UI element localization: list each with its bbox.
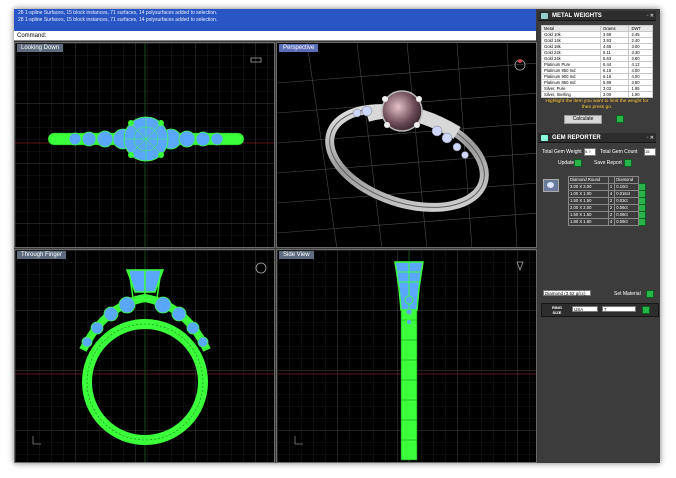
viewport-perspective[interactable]: Perspective	[276, 42, 537, 248]
column-header: Diamond Round	[568, 176, 609, 184]
total-gem-count-label: Total Gem Count	[600, 149, 638, 155]
gem-size: 1.80 X 1.80	[568, 218, 609, 226]
gem-icon	[541, 135, 548, 141]
gem-reporter-header[interactable]: GEM REPORTER ▫ ✕	[538, 133, 656, 143]
dwt-value: 1.90	[628, 91, 653, 98]
gem-size: 1.50 X 1.50	[568, 197, 609, 205]
table-row[interactable]: 1.50 X 1.50 2 0.09ct	[568, 211, 646, 219]
viewport-title-perspective[interactable]: Perspective	[279, 44, 319, 52]
ring-size-go-button[interactable]	[642, 306, 650, 314]
gem-size: 1.00 X 1.00	[568, 190, 609, 198]
table-row[interactable]: 1.00 X 1.00 4 0.016ct	[568, 190, 646, 198]
ring-size-bar: RING SIZE USA 7	[541, 303, 659, 317]
row-select-button[interactable]	[638, 190, 646, 198]
gem-size: 2.00 X 2.00	[568, 204, 609, 212]
row-select-button[interactable]	[638, 211, 646, 219]
viewport-title-right[interactable]: Side View	[279, 251, 314, 259]
update-label: Update	[558, 160, 575, 166]
gem-size: 3.00 X 3.00	[568, 183, 609, 191]
command-history-line: 28 1-spline Surfaces, 15 block instances…	[18, 10, 218, 16]
ring-size-label: RING SIZE	[552, 305, 562, 315]
save-report-label: Save Report	[594, 160, 622, 166]
spacer-cell	[639, 177, 646, 184]
weight-limit-hint: Highlight the item you want to limit the…	[545, 99, 649, 110]
metal-name: Silver, Sterling	[541, 91, 601, 98]
total-gem-count-field: 15	[644, 148, 656, 156]
gem-size: 1.50 X 1.50	[568, 211, 609, 219]
perspective-view-canvas	[277, 43, 536, 247]
go-button[interactable]	[616, 115, 624, 123]
table-row[interactable]: 2.00 X 2.00 2 0.06ct	[568, 204, 646, 212]
column-header: Diamond	[614, 176, 639, 184]
row-select-button[interactable]	[638, 204, 646, 212]
diamond-icon	[547, 182, 554, 188]
calculate-button[interactable]: Calculate	[564, 115, 602, 124]
gem-weight: 0.06ct	[614, 204, 639, 212]
gem-weight: 0.03ct	[614, 197, 639, 205]
top-view-canvas	[15, 43, 274, 247]
update-button[interactable]	[574, 159, 582, 167]
metal-weights-header[interactable]: METAL WEIGHTS ▫ ✕	[538, 11, 656, 21]
viewport-front[interactable]: Through Finger	[14, 249, 275, 463]
row-select-button[interactable]	[638, 183, 646, 191]
ring-size-label-bottom: SIZE	[552, 310, 562, 315]
plugin-side-panel: METAL WEIGHTS ▫ ✕ Metal Grams DWT Gold 1…	[538, 9, 660, 463]
right-view-canvas	[277, 250, 536, 462]
stone-material-select[interactable]: Diamond (3.52 g/cc)	[543, 290, 591, 296]
total-gem-weight-label: Total Gem Weight	[542, 149, 582, 155]
row-select-button[interactable]	[638, 218, 646, 226]
gem-weight: 0.09ct	[614, 218, 639, 226]
gem-weight: 0.10ct	[614, 183, 639, 191]
gem-weight: 0.09ct	[614, 211, 639, 219]
gem-reporter-title: GEM REPORTER	[552, 135, 601, 141]
ring-size-select[interactable]: 7	[602, 306, 636, 312]
window-controls-icon[interactable]: ▫ ✕	[647, 13, 654, 19]
save-report-button[interactable]	[624, 159, 632, 167]
table-row[interactable]: 1.50 X 1.50 2 0.03ct	[568, 197, 646, 205]
application-window: 28 1-spline Surfaces, 15 block instances…	[14, 9, 660, 463]
ring-size-system-select[interactable]: USA	[572, 306, 598, 312]
command-line[interactable]: Command:	[14, 31, 536, 41]
viewport-top[interactable]: Looking Down	[14, 42, 275, 248]
row-select-button[interactable]	[638, 197, 646, 205]
window-controls-icon[interactable]: ▫ ✕	[647, 135, 654, 141]
grams-value: 3.00	[599, 91, 630, 98]
command-history: 28 1-spline Surfaces, 15 block instances…	[14, 9, 536, 31]
gem-weight: 0.016ct	[614, 190, 639, 198]
gem-thumbnail[interactable]	[543, 179, 559, 192]
viewport-title-top[interactable]: Looking Down	[17, 44, 64, 52]
gem-list-table: Diamond Round Diamond 3.00 X 3.00 1 0.10ct…	[568, 176, 646, 226]
metal-weights-title: METAL WEIGHTS	[552, 13, 602, 19]
table-row[interactable]: 3.00 X 3.00 1 0.10ct	[568, 183, 646, 191]
viewport-title-front[interactable]: Through Finger	[17, 251, 67, 259]
set-material-button[interactable]	[646, 290, 654, 298]
set-material-label: Set Material	[614, 291, 641, 297]
front-view-canvas	[15, 250, 274, 462]
command-prompt-label: Command:	[17, 33, 47, 39]
metal-weights-table: Metal Grams DWT Gold 10k 3.58 2.45 Gold 14…	[541, 25, 653, 98]
viewport-right[interactable]: Side View	[276, 249, 537, 463]
scale-icon	[541, 13, 548, 19]
table-row[interactable]: Silver, Sterling 3.00 1.90	[541, 91, 653, 98]
total-gem-weight-field: 0.?	[584, 148, 596, 156]
table-row[interactable]: 1.80 X 1.80 4 0.09ct	[568, 218, 646, 226]
command-history-line: 28 1-spline Surfaces, 15 block instances…	[18, 17, 218, 23]
